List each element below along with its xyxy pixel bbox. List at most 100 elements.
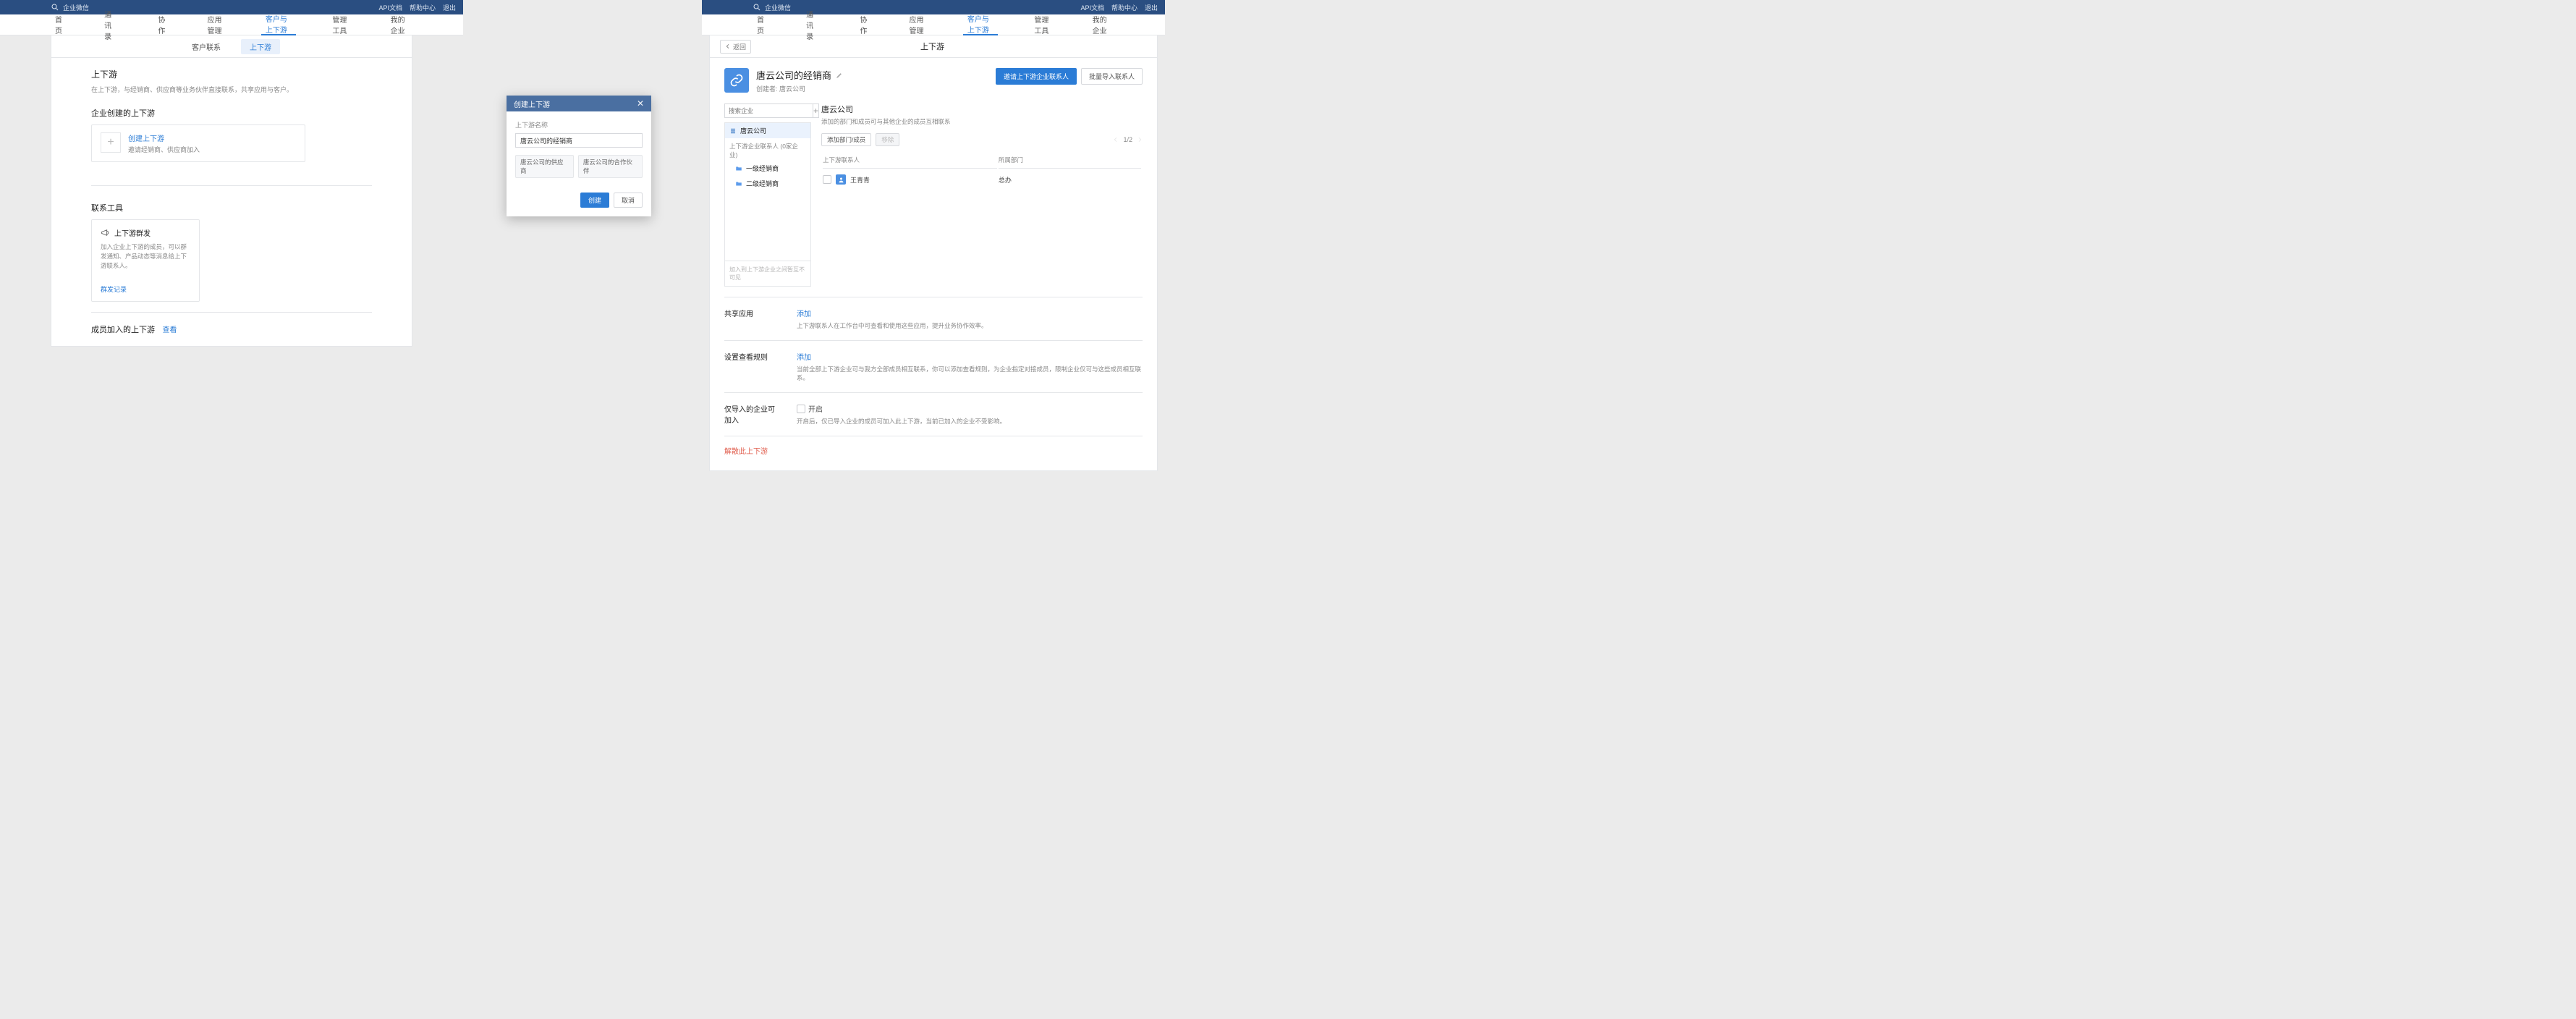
nav-home[interactable]: 首页 — [753, 14, 770, 35]
add-org-button[interactable]: + — [813, 103, 819, 118]
field-label: 上下游名称 — [515, 120, 643, 130]
nav-apps[interactable]: 应用管理 — [905, 14, 931, 35]
only-imported-label: 仅导入的企业可加入 — [724, 403, 775, 426]
import-button[interactable]: 批量导入联系人 — [1081, 68, 1143, 85]
create-chain-link[interactable]: 创建上下游 — [128, 132, 200, 143]
tool-desc: 加入企业上下游的成员，可以群发通知、产品动态等消息给上下游联系人。 — [101, 242, 190, 270]
dialog-cancel-button[interactable]: 取消 — [614, 193, 643, 208]
topbar: 企业微信 API文档 帮助中心 退出 — [702, 0, 1165, 14]
view-rules-note: 当前全部上下游企业可与我方全部成员相互联系，你可以添加查看规则，为企业指定对接成… — [797, 365, 1143, 382]
invite-button[interactable]: 邀请上下游企业联系人 — [996, 68, 1077, 85]
chevron-left-icon — [725, 43, 731, 49]
brand-text: 企业微信 — [765, 3, 791, 12]
search-icon — [753, 3, 761, 12]
create-card[interactable]: + 创建上下游 邀请经销商、供应商加入 — [91, 124, 305, 162]
subtab-supply-chain[interactable]: 上下游 — [241, 39, 280, 54]
groupcast-card[interactable]: 上下游群发 加入企业上下游的成员，可以群发通知、产品动态等消息给上下游联系人。 … — [91, 219, 200, 302]
tree-root[interactable]: 唐云公司 — [725, 123, 810, 138]
brand-text: 企业微信 — [63, 3, 89, 12]
page-desc: 在上下游，与经销商、供应商等业务伙伴直接联系，共享应用与客户。 — [91, 85, 372, 94]
link-icon — [729, 73, 744, 88]
search-input[interactable] — [724, 103, 813, 118]
close-icon[interactable]: ✕ — [637, 98, 644, 109]
org-tree-column: + 唐云公司 上下游企业联系人 (0家企业) 一级经销商 — [724, 103, 811, 287]
section-intro: 上下游 在上下游，与经销商、供应商等业务伙伴直接联系，共享应用与客户。 企业创建… — [51, 58, 412, 185]
view-rules-label: 设置查看规则 — [724, 351, 775, 382]
plus-icon: + — [101, 132, 121, 153]
panel-title: 上下游 — [751, 41, 1114, 52]
share-app-note: 上下游联系人在工作台中可查看和使用这些应用，提升业务协作效率。 — [797, 321, 988, 330]
link-api[interactable]: API文档 — [378, 3, 402, 12]
joined-view-link[interactable]: 查看 — [162, 326, 177, 334]
contact-dept: 总办 — [999, 170, 1141, 189]
topbar: 企业微信 API文档 帮助中心 退出 — [0, 0, 463, 14]
nav: 首页 通讯录 协作 应用管理 客户与上下游 管理工具 我的企业 — [702, 14, 1165, 35]
joined-heading: 成员加入的上下游 — [91, 326, 155, 334]
frame-dialog: 创建上下游 ✕ 上下游名称 唐云公司的供应商 唐云公司的合作伙伴 创建 取消 — [507, 0, 658, 362]
link-logout[interactable]: 退出 — [443, 3, 456, 12]
col-contact: 上下游联系人 — [823, 152, 997, 169]
dissolve-link[interactable]: 解散此上下游 — [724, 436, 1143, 460]
nav-my-company[interactable]: 我的企业 — [1088, 14, 1114, 35]
suggestion-partner[interactable]: 唐云公司的合作伙伴 — [578, 155, 643, 178]
brand: 企业微信 — [51, 3, 378, 12]
nav-collab[interactable]: 协作 — [855, 14, 873, 35]
back-button[interactable]: 返回 — [720, 40, 751, 54]
brand: 企业微信 — [753, 3, 1080, 12]
table-row[interactable]: 王青青 总办 — [823, 170, 1141, 189]
add-member-button[interactable]: 添加部门/成员 — [821, 133, 871, 146]
search-icon — [51, 3, 59, 12]
person-icon — [838, 177, 844, 183]
link-logout[interactable]: 退出 — [1145, 3, 1158, 12]
org-tree: 唐云公司 上下游企业联系人 (0家企业) 一级经销商 二级经销商 加入到上下游企 — [724, 122, 811, 287]
nav-collab[interactable]: 协作 — [153, 14, 171, 35]
chevron-right-icon[interactable] — [1137, 137, 1143, 143]
tree-node-level1[interactable]: 一级经销商 — [725, 161, 810, 176]
link-help[interactable]: 帮助中心 — [1111, 3, 1137, 12]
suggestion-supplier[interactable]: 唐云公司的供应商 — [515, 155, 574, 178]
pager-text: 1/2 — [1123, 136, 1132, 143]
create-chain-desc: 邀请经销商、供应商加入 — [128, 145, 200, 154]
tool-history-link[interactable]: 群发记录 — [101, 284, 190, 294]
checkbox-icon — [797, 405, 805, 413]
tree-footnote: 加入到上下游企业之间暂互不可见 — [725, 261, 810, 286]
share-app-add-link[interactable]: 添加 — [797, 308, 988, 318]
folder-icon — [735, 180, 742, 187]
chain-header: 唐云公司的经销商 创建者: 唐云公司 邀请上下游企业联系人 批量导入联系人 — [724, 68, 1143, 93]
row-checkbox[interactable] — [823, 175, 831, 184]
nav-contacts[interactable]: 通讯录 — [100, 14, 122, 35]
nav-my-company[interactable]: 我的企业 — [386, 14, 412, 35]
frame-detail: 企业微信 API文档 帮助中心 退出 首页 通讯录 协作 应用管理 客户与上下游… — [702, 0, 1165, 427]
chain-creator: 创建者: 唐云公司 — [756, 84, 843, 93]
chain-name-input[interactable] — [515, 133, 643, 148]
dialog-ok-button[interactable]: 创建 — [580, 193, 609, 208]
selected-org-desc: 添加的部门和成员可与其他企业的成员互相联系 — [821, 117, 1143, 126]
main-panel: 客户联系 上下游 上下游 在上下游，与经销商、供应商等业务伙伴直接联系，共享应用… — [51, 35, 412, 347]
nav-customer[interactable]: 客户与上下游 — [261, 14, 296, 35]
subtab-customer-contact[interactable]: 客户联系 — [183, 39, 229, 54]
nav-tools[interactable]: 管理工具 — [1030, 14, 1056, 35]
remove-button[interactable]: 移除 — [876, 133, 899, 146]
frame-overview: 企业微信 API文档 帮助中心 退出 首页 通讯录 协作 应用管理 客户与上下游… — [0, 0, 463, 362]
col-dept: 所属部门 — [999, 152, 1141, 169]
link-help[interactable]: 帮助中心 — [410, 3, 436, 12]
link-api[interactable]: API文档 — [1080, 3, 1104, 12]
contacts-table: 上下游联系人 所属部门 王青青 总办 — [821, 151, 1143, 190]
topbar-links: API文档 帮助中心 退出 — [378, 3, 456, 12]
contact-name: 王青青 — [850, 175, 870, 185]
dialog-title: 创建上下游 — [514, 98, 550, 109]
nav-home[interactable]: 首页 — [51, 14, 68, 35]
nav: 首页 通讯录 协作 应用管理 客户与上下游 管理工具 我的企业 — [0, 14, 463, 35]
edit-icon[interactable] — [836, 72, 843, 79]
nav-tools[interactable]: 管理工具 — [328, 14, 354, 35]
nav-apps[interactable]: 应用管理 — [203, 14, 229, 35]
tree-node-level2[interactable]: 二级经销商 — [725, 176, 810, 191]
detail-panel: 返回 上下游 唐云公司的经销商 创建者: 唐云公司 邀请上下游企业联系人 — [709, 35, 1158, 471]
nav-contacts[interactable]: 通讯录 — [802, 14, 823, 35]
folder-icon — [735, 165, 742, 172]
only-imported-toggle[interactable]: 开启 — [797, 403, 1006, 414]
view-rules-add-link[interactable]: 添加 — [797, 351, 1143, 362]
nav-customer[interactable]: 客户与上下游 — [963, 14, 998, 35]
topbar-links: API文档 帮助中心 退出 — [1080, 3, 1158, 12]
chevron-left-icon[interactable] — [1113, 137, 1119, 143]
